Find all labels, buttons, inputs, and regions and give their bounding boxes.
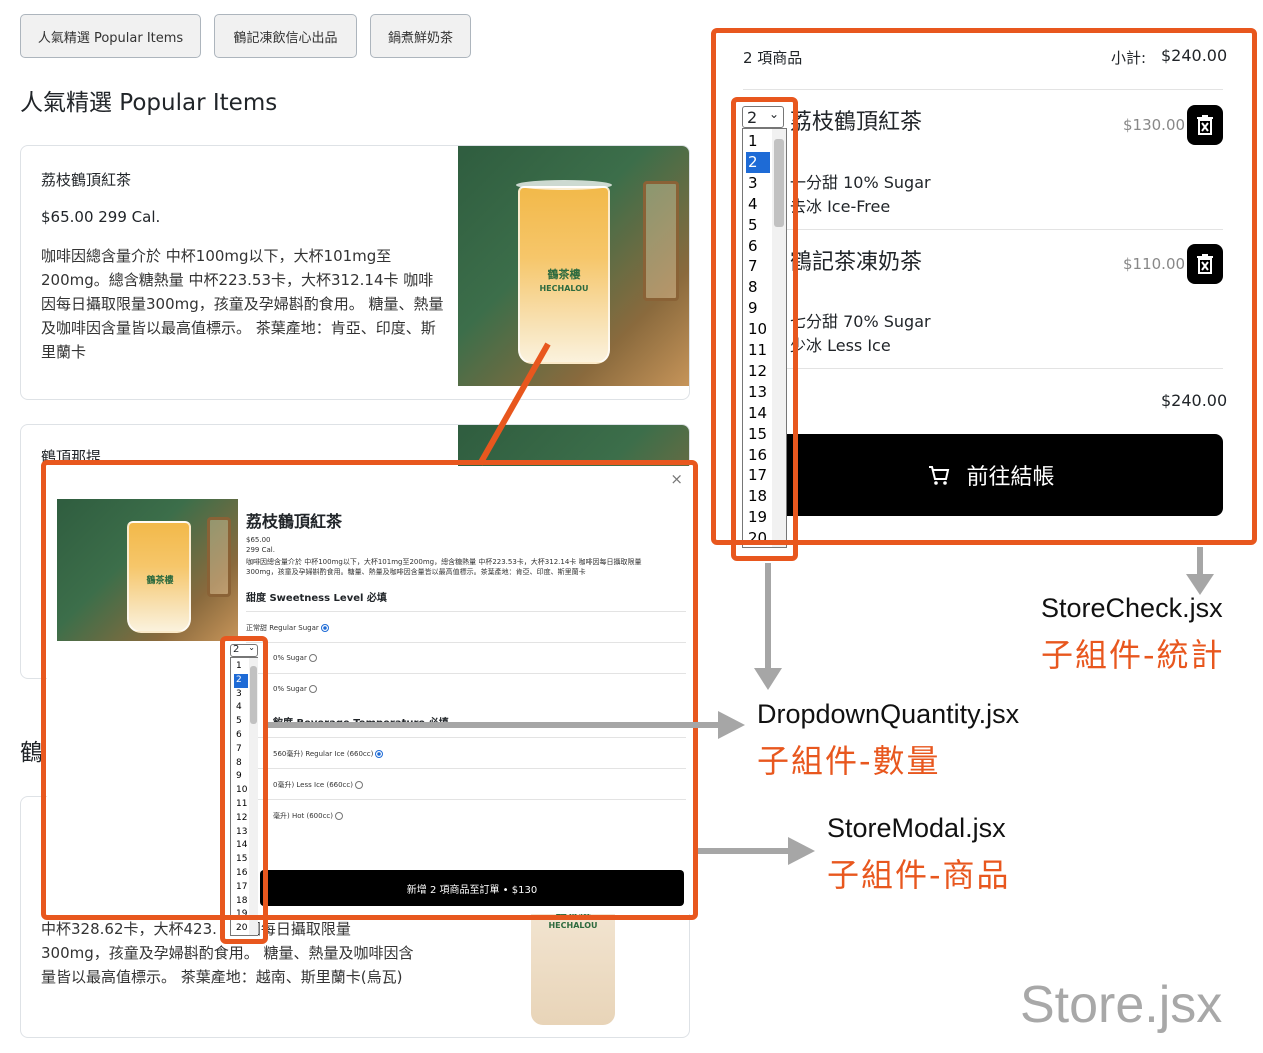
storecheck-label: StoreCheck.jsx xyxy=(1041,593,1223,623)
tab-milk-tea[interactable]: 鍋煮鮮奶茶 xyxy=(370,14,471,58)
desc-text: 中杯328.62卡，大杯423. xyxy=(41,920,217,938)
section-title-2: 鶴 xyxy=(20,740,43,766)
storemodal-label-zh: 子組件-商品 xyxy=(827,856,1011,894)
product-name: 荔枝鶴頂紅茶 xyxy=(41,171,132,189)
cup-logo: 鶴茶樓 xyxy=(547,268,581,281)
connector-line xyxy=(477,342,551,466)
hourglass-icon xyxy=(643,181,679,301)
dropdown-label-zh: 子組件-數量 xyxy=(757,742,941,780)
desc-text: 量皆以最高值標示。 茶葉產地：越南、斯里蘭卡(烏瓦) xyxy=(41,968,403,986)
cup-logo-en: HECHALOU xyxy=(548,921,598,930)
product-card[interactable]: 荔枝鶴頂紅茶 $65.00 299 Cal. 咖啡因總含量介於 中杯100mg以… xyxy=(20,145,690,400)
desc-text: 300mg，孩童及孕婦斟酌食用。 糖量、熱量及咖啡因含 xyxy=(41,944,414,962)
storecheck-label-zh: 子組件-統計 xyxy=(1041,636,1225,674)
tab-popular-items[interactable]: 人氣精選 Popular Items xyxy=(20,14,201,58)
product-description: 咖啡因總含量介於 中杯100mg以下，大杯101mg至200mg。總含糖熱量 中… xyxy=(41,247,444,361)
tea-cup-image: 鶴茶樓 HECHALOU xyxy=(518,186,610,364)
storemodal-highlight xyxy=(41,460,698,920)
product-price: $65.00 299 Cal. xyxy=(41,208,161,226)
storemodal-label: StoreModal.jsx xyxy=(827,813,1006,843)
modal-dropdown-highlight xyxy=(220,636,268,944)
dropdown-highlight xyxy=(731,97,798,561)
store-label: Store.jsx xyxy=(1020,976,1223,1034)
section-title: 人氣精選 Popular Items xyxy=(20,90,278,116)
cup-lid xyxy=(516,180,612,190)
dropdown-label: DropdownQuantity.jsx xyxy=(757,699,1020,729)
cup-logo-en: HECHALOU xyxy=(539,284,589,293)
tab-frozen-drinks[interactable]: 鶴記凍飲信心出品 xyxy=(214,14,357,58)
store-page: 人氣精選 Popular Items 鶴記凍飲信心出品 鍋煮鮮奶茶 人氣精選 P… xyxy=(0,0,1263,1053)
